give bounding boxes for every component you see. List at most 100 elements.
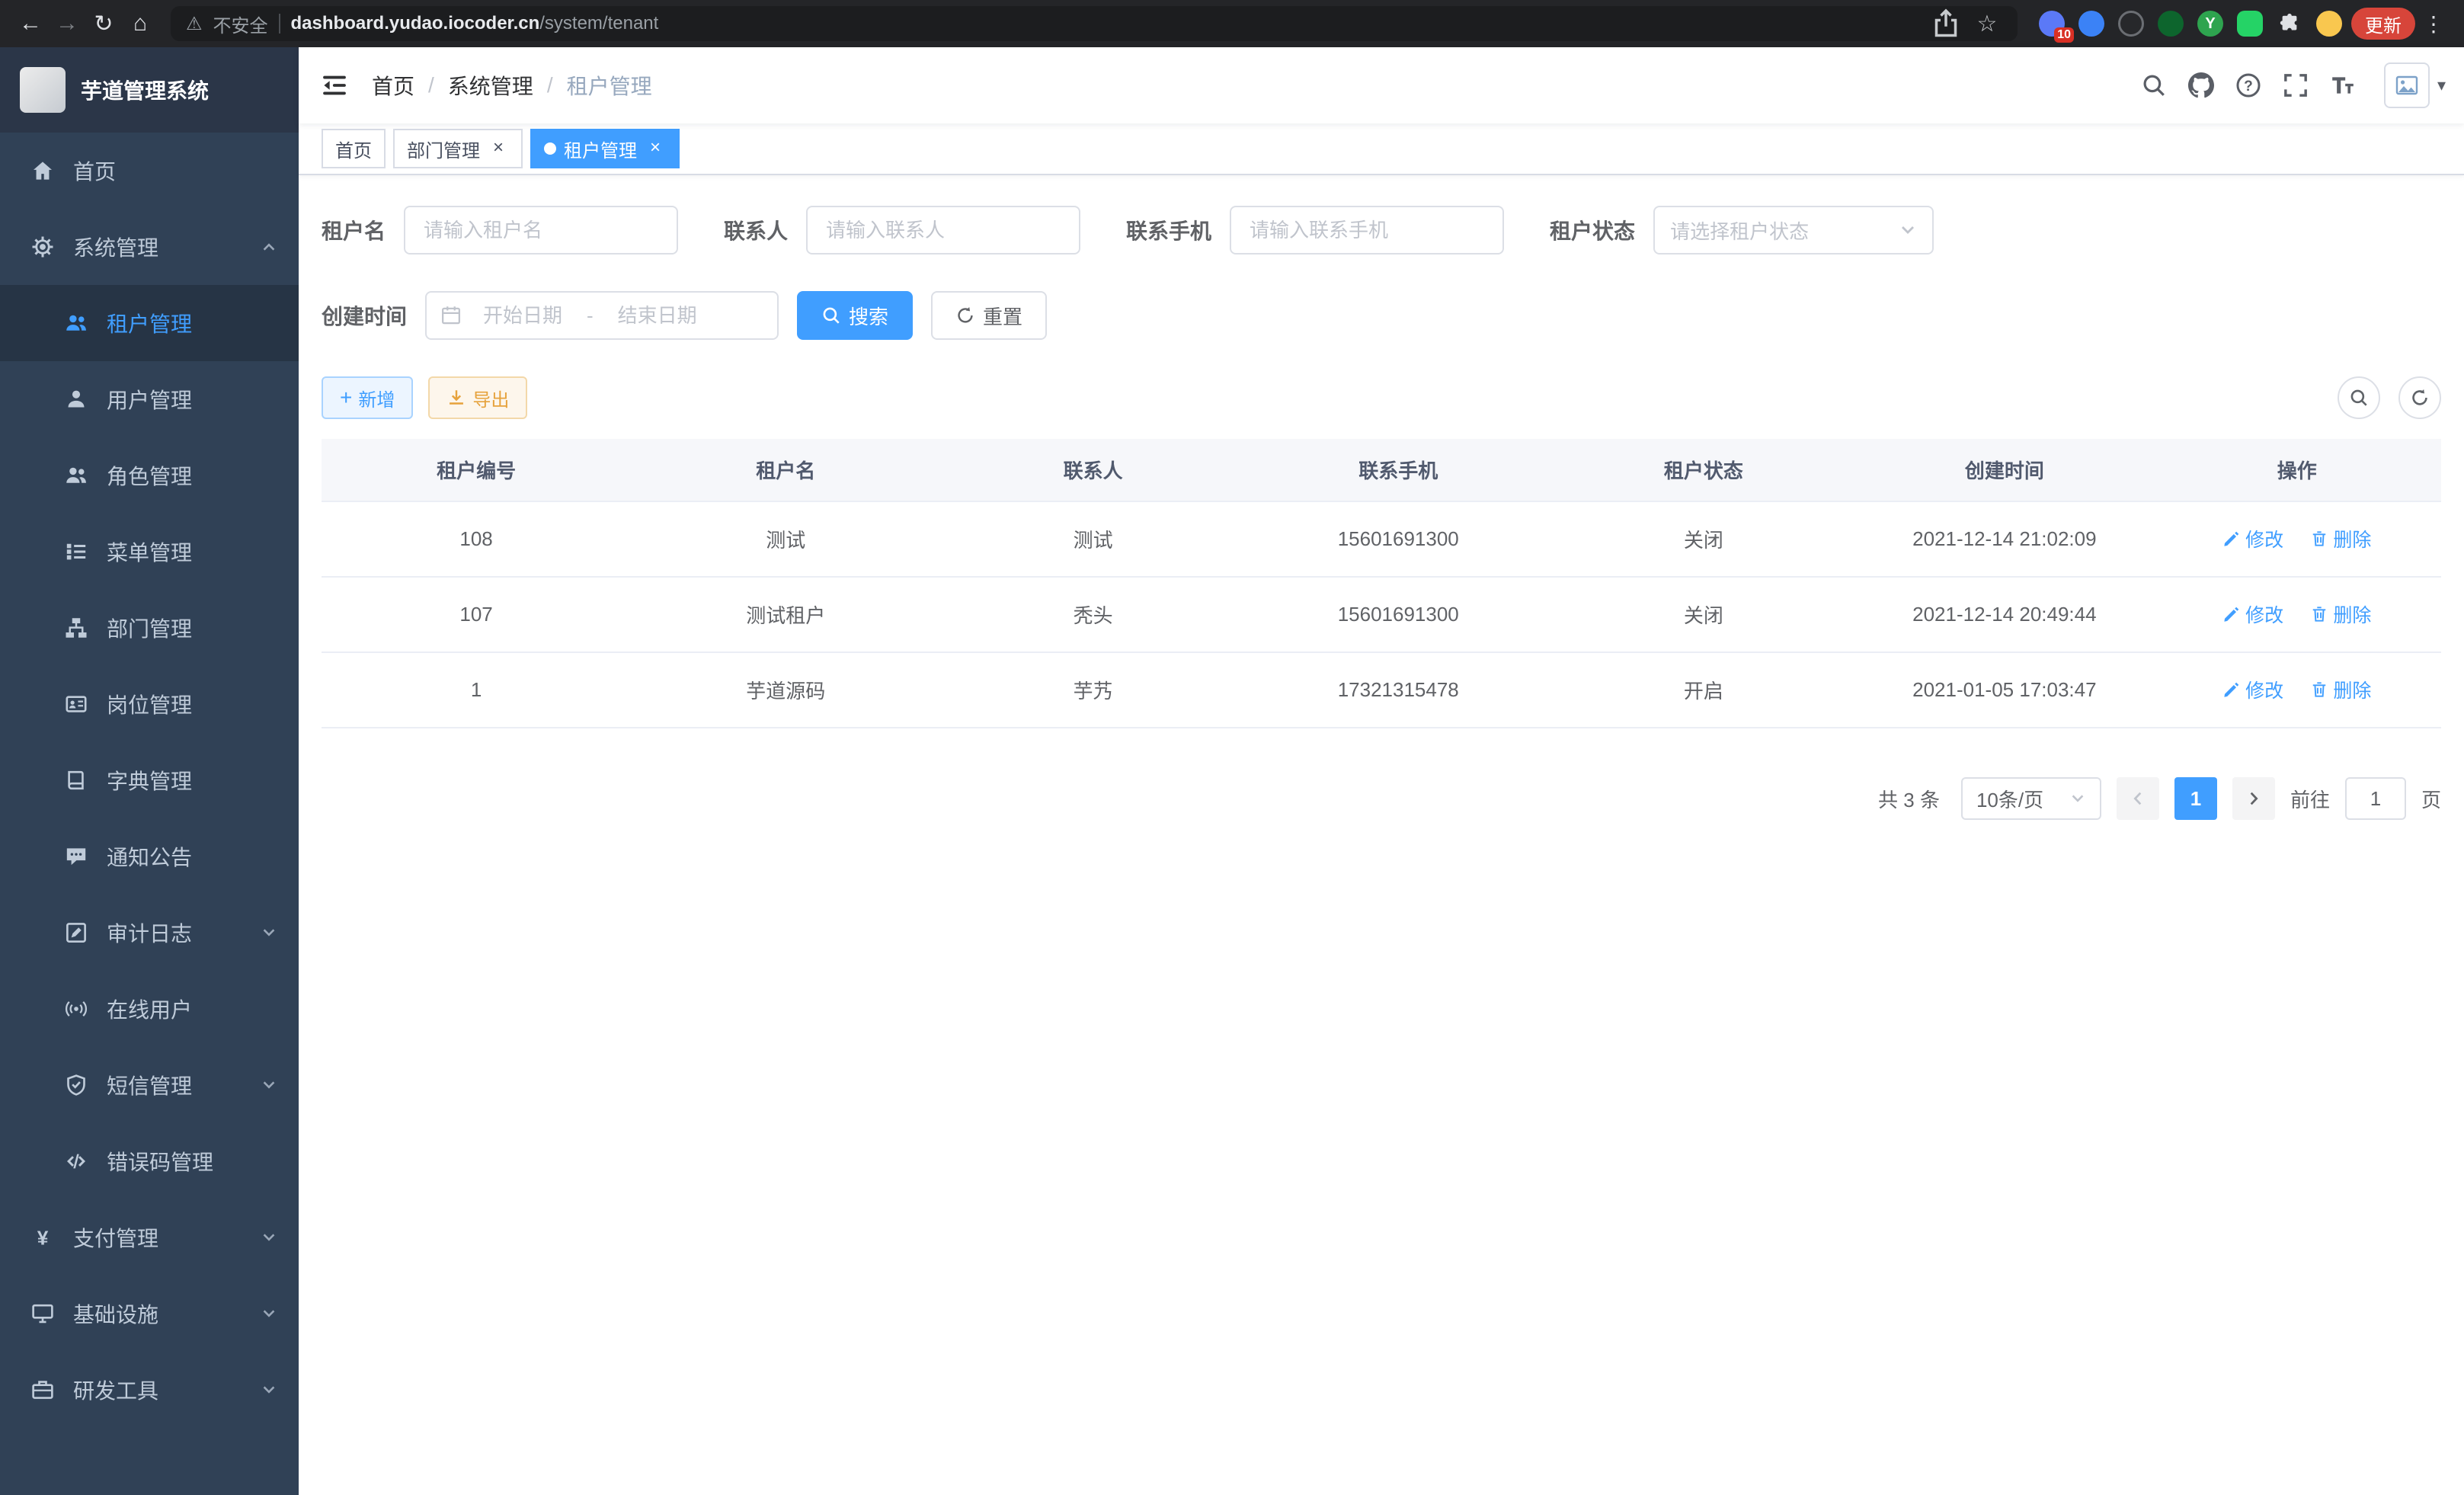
address-bar[interactable]: ⚠ 不安全 dashboard.yudao.iocoder.cn/system/… — [171, 6, 2018, 41]
top-navbar: 首页 / 系统管理 / 租户管理 ? ▾ — [299, 47, 2464, 123]
sidebar-item-home[interactable]: 首页 — [0, 133, 299, 209]
date-end-input[interactable] — [601, 304, 714, 328]
edit-link[interactable]: 修改 — [2222, 676, 2283, 703]
sidebar: 芋道管理系统 首页 系统管理 租户管理 用户管理 角色管 — [0, 47, 299, 1495]
security-label: 不安全 — [213, 11, 268, 37]
sidebar-item-post[interactable]: 岗位管理 — [0, 666, 299, 742]
mobile-input[interactable] — [1230, 206, 1504, 255]
chevron-down-icon — [261, 1229, 277, 1246]
reset-button[interactable]: 重置 — [931, 291, 1047, 340]
sidebar-item-online-users[interactable]: 在线用户 — [0, 971, 299, 1047]
sidebar-item-payment[interactable]: ¥ 支付管理 — [0, 1199, 299, 1276]
search-button[interactable]: 搜索 — [797, 291, 913, 340]
briefcase-icon — [30, 1378, 55, 1402]
status-select[interactable]: 请选择租户状态 — [1653, 206, 1934, 255]
sidebar-item-audit-log[interactable]: 审计日志 — [0, 895, 299, 971]
tab-dept[interactable]: 部门管理 × — [393, 129, 523, 168]
font-size-icon[interactable] — [2325, 67, 2361, 104]
date-start-input[interactable] — [466, 304, 579, 328]
date-range-picker[interactable]: - — [425, 291, 779, 340]
sidebar-item-role[interactable]: 角色管理 — [0, 437, 299, 514]
cell-created: 2021-12-14 20:49:44 — [1856, 577, 2152, 652]
sidebar-item-dept[interactable]: 部门管理 — [0, 590, 299, 666]
search-icon[interactable] — [2136, 67, 2172, 104]
sidebar-item-notice[interactable]: 通知公告 — [0, 818, 299, 895]
edit-link[interactable]: 修改 — [2222, 525, 2283, 552]
sidebar-item-dict[interactable]: 字典管理 — [0, 742, 299, 818]
edit-icon — [2222, 530, 2241, 548]
goto-page-input[interactable] — [2345, 777, 2406, 820]
cell-id: 1 — [322, 652, 631, 728]
menu-label: 短信管理 — [107, 1070, 192, 1100]
refresh-table-button[interactable] — [2398, 376, 2441, 419]
sidebar-item-infra[interactable]: 基础设施 — [0, 1276, 299, 1352]
tab-tenant[interactable]: 租户管理 × — [530, 129, 680, 168]
page-number-1[interactable]: 1 — [2174, 777, 2217, 820]
menu-label: 审计日志 — [107, 917, 192, 948]
browser-home-icon[interactable]: ⌂ — [122, 5, 158, 42]
add-button[interactable]: + 新增 — [322, 376, 413, 419]
browser-reload-icon[interactable]: ↻ — [85, 5, 122, 42]
help-icon[interactable]: ? — [2230, 67, 2267, 104]
browser-update-button[interactable]: 更新 — [2351, 8, 2415, 40]
sidebar-item-error-code[interactable]: 错误码管理 — [0, 1123, 299, 1199]
breadcrumb-system[interactable]: 系统管理 — [448, 70, 533, 101]
browser-menu-icon[interactable]: ⋮ — [2415, 11, 2452, 37]
share-icon[interactable] — [1931, 8, 1961, 39]
tab-home[interactable]: 首页 — [322, 129, 386, 168]
sidebar-item-user[interactable]: 用户管理 — [0, 361, 299, 437]
extension-icon-5[interactable]: Y — [2197, 11, 2223, 37]
close-icon[interactable]: × — [645, 138, 666, 159]
extension-icon-6[interactable] — [2237, 11, 2263, 37]
app-logo[interactable]: 芋道管理系统 — [0, 47, 299, 133]
edit-icon — [2222, 605, 2241, 623]
bookmark-star-icon[interactable]: ☆ — [1972, 8, 2002, 39]
delete-link[interactable]: 删除 — [2310, 676, 2371, 703]
edit-link[interactable]: 修改 — [2222, 600, 2283, 628]
breadcrumb: 首页 / 系统管理 / 租户管理 — [372, 70, 652, 101]
table-toolbar: + 新增 导出 — [322, 376, 2441, 419]
sidebar-item-dev-tools[interactable]: 研发工具 — [0, 1352, 299, 1428]
breadcrumb-current: 租户管理 — [567, 70, 652, 101]
extension-icon-3[interactable] — [2118, 11, 2144, 37]
sidebar-item-tenant[interactable]: 租户管理 — [0, 285, 299, 361]
fullscreen-icon[interactable] — [2277, 67, 2314, 104]
sidebar-fold-icon[interactable] — [299, 47, 370, 123]
table-row: 108 测试 测试 15601691300 关闭 2021-12-14 21:0… — [322, 501, 2441, 577]
delete-link[interactable]: 删除 — [2310, 525, 2371, 552]
cell-name: 测试租户 — [631, 577, 940, 652]
extension-icon-8[interactable] — [2316, 11, 2342, 37]
next-page-button[interactable] — [2232, 777, 2275, 820]
extension-icon-1[interactable]: 10 — [2039, 11, 2065, 37]
extension-icon-2[interactable] — [2078, 11, 2104, 37]
browser-forward-icon[interactable]: → — [49, 5, 85, 42]
user-menu[interactable]: ▾ — [2384, 62, 2446, 108]
cell-actions: 修改 删除 — [2153, 501, 2441, 577]
breadcrumb-home[interactable]: 首页 — [372, 70, 414, 101]
prev-page-button[interactable] — [2117, 777, 2159, 820]
close-icon[interactable]: × — [488, 138, 509, 159]
page-size-select[interactable]: 10条/页 — [1961, 777, 2101, 820]
cell-status: 关闭 — [1551, 501, 1857, 577]
puzzle-extensions-icon[interactable] — [2277, 11, 2302, 37]
sidebar-item-menu-mgmt[interactable]: 菜单管理 — [0, 514, 299, 590]
browser-back-icon[interactable]: ← — [12, 5, 49, 42]
mobile-label: 联系手机 — [1126, 215, 1211, 245]
extension-icon-4[interactable] — [2158, 11, 2184, 37]
sidebar-menu: 首页 系统管理 租户管理 用户管理 角色管理 菜单管理 — [0, 133, 299, 1495]
contact-input[interactable] — [806, 206, 1080, 255]
date-separator: - — [584, 304, 597, 328]
delete-link[interactable]: 删除 — [2310, 600, 2371, 628]
cell-mobile: 15601691300 — [1246, 501, 1551, 577]
github-icon[interactable] — [2183, 67, 2219, 104]
calendar-icon — [440, 305, 462, 326]
sidebar-item-system[interactable]: 系统管理 — [0, 209, 299, 285]
show-search-button[interactable] — [2338, 376, 2380, 419]
breadcrumb-separator: / — [547, 73, 553, 98]
export-button[interactable]: 导出 — [428, 376, 527, 419]
tenant-name-input[interactable] — [404, 206, 678, 255]
pagination: 共 3 条 10条/页 1 前往 页 — [322, 777, 2441, 820]
trash-icon — [2310, 605, 2328, 623]
sidebar-item-sms[interactable]: 短信管理 — [0, 1047, 299, 1123]
page-size-value: 10条/页 — [1976, 785, 2043, 813]
